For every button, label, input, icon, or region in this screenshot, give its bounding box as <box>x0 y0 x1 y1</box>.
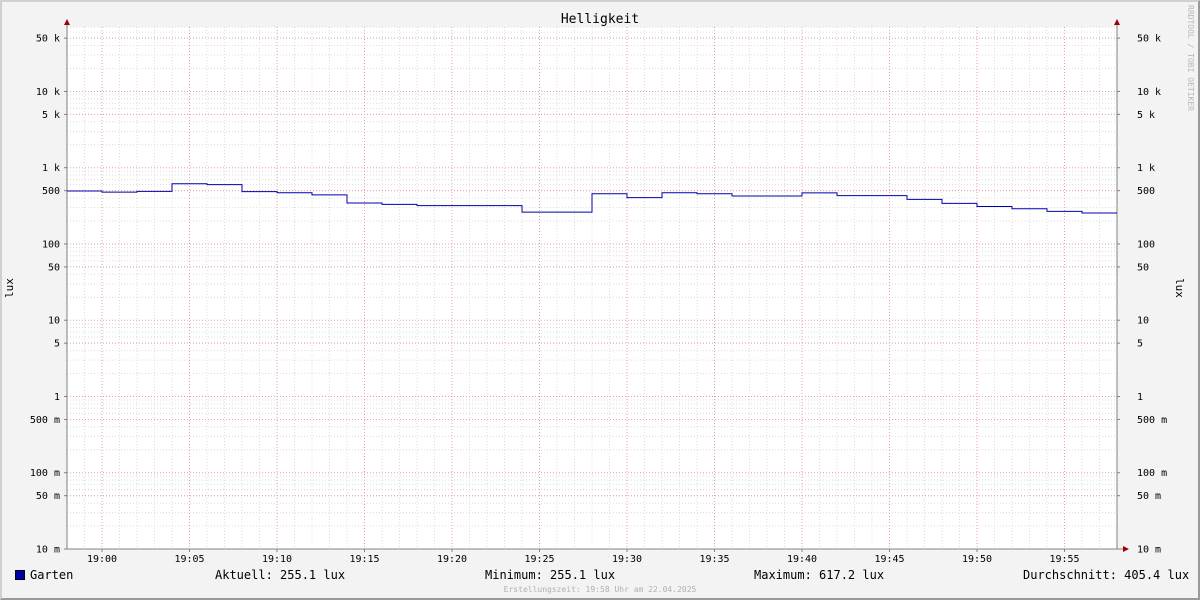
legend-swatch <box>15 570 25 580</box>
y-tick-label-right: 5 <box>1137 339 1143 350</box>
y-tick-label-left: 10 m <box>36 545 60 556</box>
x-tick-label: 19:20 <box>437 554 467 565</box>
y-tick-label-left: 10 <box>48 316 60 327</box>
y-tick-label-left: 1 k <box>42 163 60 174</box>
x-tick-label: 19:30 <box>612 554 642 565</box>
y-tick-label-left: 50 <box>48 262 60 273</box>
x-tick-label: 19:55 <box>1049 554 1079 565</box>
y-tick-label-left: 100 <box>42 239 60 250</box>
y-axis-label-left: lux <box>3 278 16 298</box>
x-tick-label: 19:35 <box>699 554 729 565</box>
y-tick-label-left: 10 k <box>36 87 60 98</box>
chart-title: Helligkeit <box>561 12 639 27</box>
y-tick-label-right: 50 <box>1137 262 1149 273</box>
y-tick-label-left: 50 k <box>36 34 60 45</box>
legend-maximum: Maximum: 617.2 lux <box>754 568 885 582</box>
y-axis-right-arrow <box>1114 19 1120 25</box>
y-axis-left-arrow <box>64 19 70 25</box>
footer-timestamp: Erstellungszeit: 19:58 Uhr am 22.04.2025 <box>503 585 697 594</box>
y-tick-label-right: 5 k <box>1137 110 1155 121</box>
x-tick-label: 19:50 <box>962 554 992 565</box>
x-tick-label: 19:25 <box>524 554 554 565</box>
y-tick-label-right: 10 m <box>1137 545 1161 556</box>
y-tick-label-right: 10 k <box>1137 87 1161 98</box>
x-tick-label: 19:10 <box>262 554 292 565</box>
y-tick-label-right: 500 <box>1137 186 1155 197</box>
x-tick-label: 19:40 <box>787 554 817 565</box>
y-tick-label-left: 50 m <box>36 491 60 502</box>
y-tick-label-right: 500 m <box>1137 415 1167 426</box>
y-axis-label-right: lux <box>1173 278 1186 298</box>
y-tick-label-right: 100 m <box>1137 468 1167 479</box>
y-tick-label-left: 5 <box>54 339 60 350</box>
legend-minimum: Minimum: 255.1 lux <box>485 568 616 582</box>
y-tick-label-right: 100 <box>1137 239 1155 250</box>
watermark: RRDTOOL / TOBI OETIKER <box>1186 5 1195 111</box>
y-tick-label-right: 50 k <box>1137 34 1161 45</box>
y-tick-label-right: 10 <box>1137 316 1149 327</box>
x-axis-arrow <box>1123 546 1129 552</box>
y-tick-label-left: 500 m <box>30 415 60 426</box>
legend-current: Aktuell: 255.1 lux <box>215 568 346 582</box>
y-tick-label-left: 1 <box>54 392 60 403</box>
x-tick-label: 19:05 <box>174 554 204 565</box>
y-tick-label-left: 500 <box>42 186 60 197</box>
y-tick-label-right: 1 k <box>1137 163 1155 174</box>
y-tick-label-right: 1 <box>1137 392 1143 403</box>
x-tick-label: 19:00 <box>87 554 117 565</box>
y-tick-label-left: 100 m <box>30 468 60 479</box>
legend-series-name: Garten <box>30 568 74 582</box>
x-tick-label: 19:15 <box>349 554 379 565</box>
x-tick-label: 19:45 <box>874 554 904 565</box>
y-tick-label-left: 5 k <box>42 110 60 121</box>
y-tick-label-right: 50 m <box>1137 491 1161 502</box>
chart-canvas: 50 k 50 k 10 k 10 k 5 k 5 k 1 k 1 k 500 500 100 100… <box>3 12 1186 565</box>
legend-average: Durchschnitt: 405.4 lux <box>1023 568 1190 582</box>
